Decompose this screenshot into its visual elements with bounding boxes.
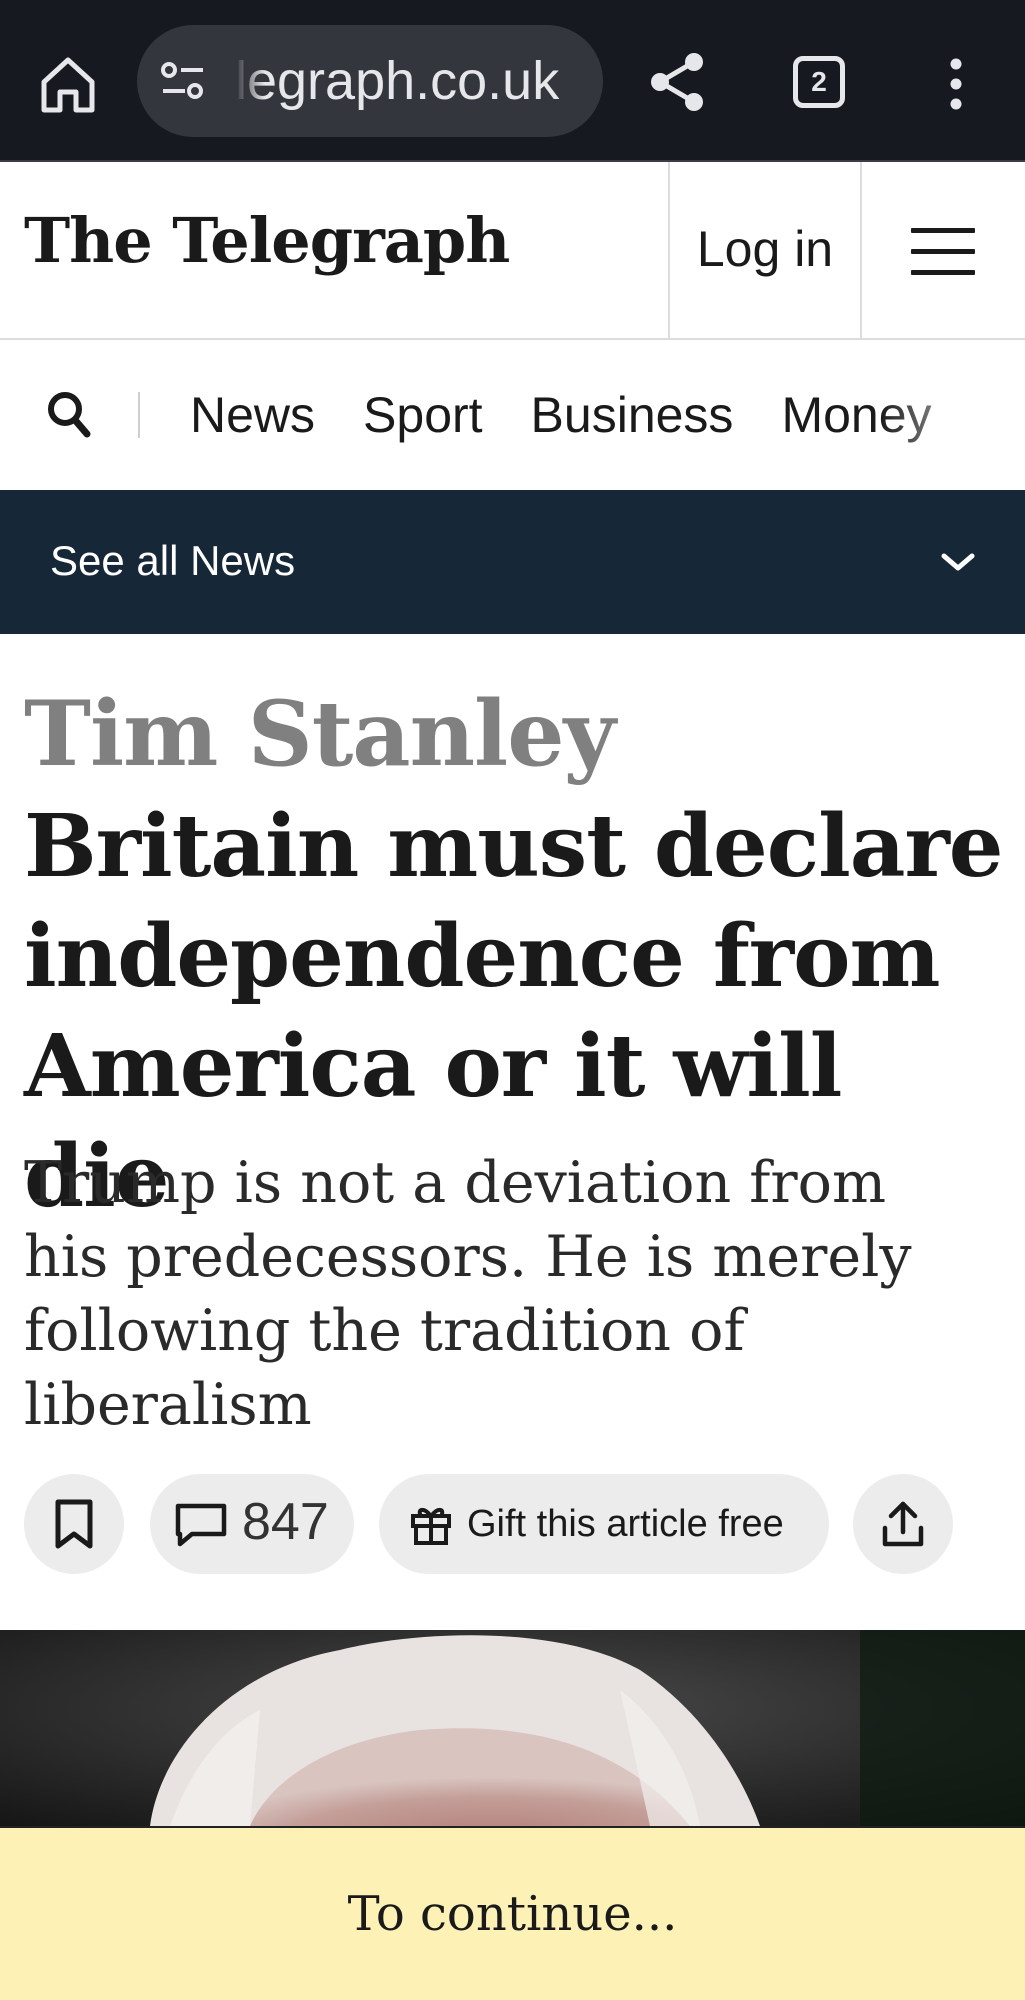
site-header: The Telegraph Log in — [0, 162, 1025, 340]
bookmark-icon — [55, 1499, 93, 1549]
nav-item-sport[interactable]: Sport — [363, 384, 483, 446]
browser-toolbar: legraph.co.uk 2 — [0, 0, 1025, 162]
see-all-news-label: See all News — [50, 537, 296, 584]
tab-switcher-button[interactable]: 2 — [793, 56, 845, 108]
url-text[interactable]: legraph.co.uk — [235, 51, 585, 111]
home-icon[interactable] — [36, 52, 100, 116]
gift-article-label: Gift this article free — [467, 1503, 784, 1545]
nav-items: News Sport Business Money — [190, 384, 980, 446]
login-button[interactable]: Log in — [668, 162, 862, 340]
url-fade — [235, 51, 265, 111]
comments-button[interactable]: 847 — [150, 1474, 354, 1574]
gift-article-button[interactable]: Gift this article free — [379, 1474, 829, 1574]
comment-icon — [175, 1503, 227, 1547]
article-standfirst: Trump is not a deviation from his predec… — [24, 1150, 912, 1438]
upload-share-icon — [882, 1501, 924, 1547]
bookmark-button[interactable] — [24, 1474, 124, 1574]
hamburger-icon[interactable] — [911, 228, 975, 275]
chevron-down-icon — [941, 553, 975, 571]
share-icon[interactable] — [648, 50, 708, 114]
nav-item-business[interactable]: Business — [531, 384, 734, 446]
continue-text: To continue... — [347, 1886, 678, 1942]
nav-divider — [138, 392, 140, 438]
site-settings-icon[interactable] — [159, 59, 207, 103]
more-vert-icon[interactable] — [940, 56, 972, 112]
nav-scroll-fade — [880, 384, 1025, 446]
gift-icon — [411, 1508, 451, 1545]
article-hero-image — [0, 1630, 1025, 1826]
share-article-button[interactable] — [853, 1474, 953, 1574]
nav-item-news[interactable]: News — [190, 384, 315, 446]
hero-photo — [0, 1630, 1025, 1826]
continue-banner: To continue... — [0, 1826, 1025, 2000]
see-all-news-bar[interactable]: See all News — [0, 490, 1025, 634]
search-icon[interactable] — [46, 390, 92, 440]
section-nav: News Sport Business Money — [0, 340, 1025, 490]
telegraph-logo[interactable]: The Telegraph — [24, 204, 510, 277]
address-bar[interactable]: legraph.co.uk — [137, 25, 603, 137]
author-name[interactable]: Tim Stanley — [24, 684, 616, 784]
comment-count: 847 — [242, 1493, 329, 1551]
